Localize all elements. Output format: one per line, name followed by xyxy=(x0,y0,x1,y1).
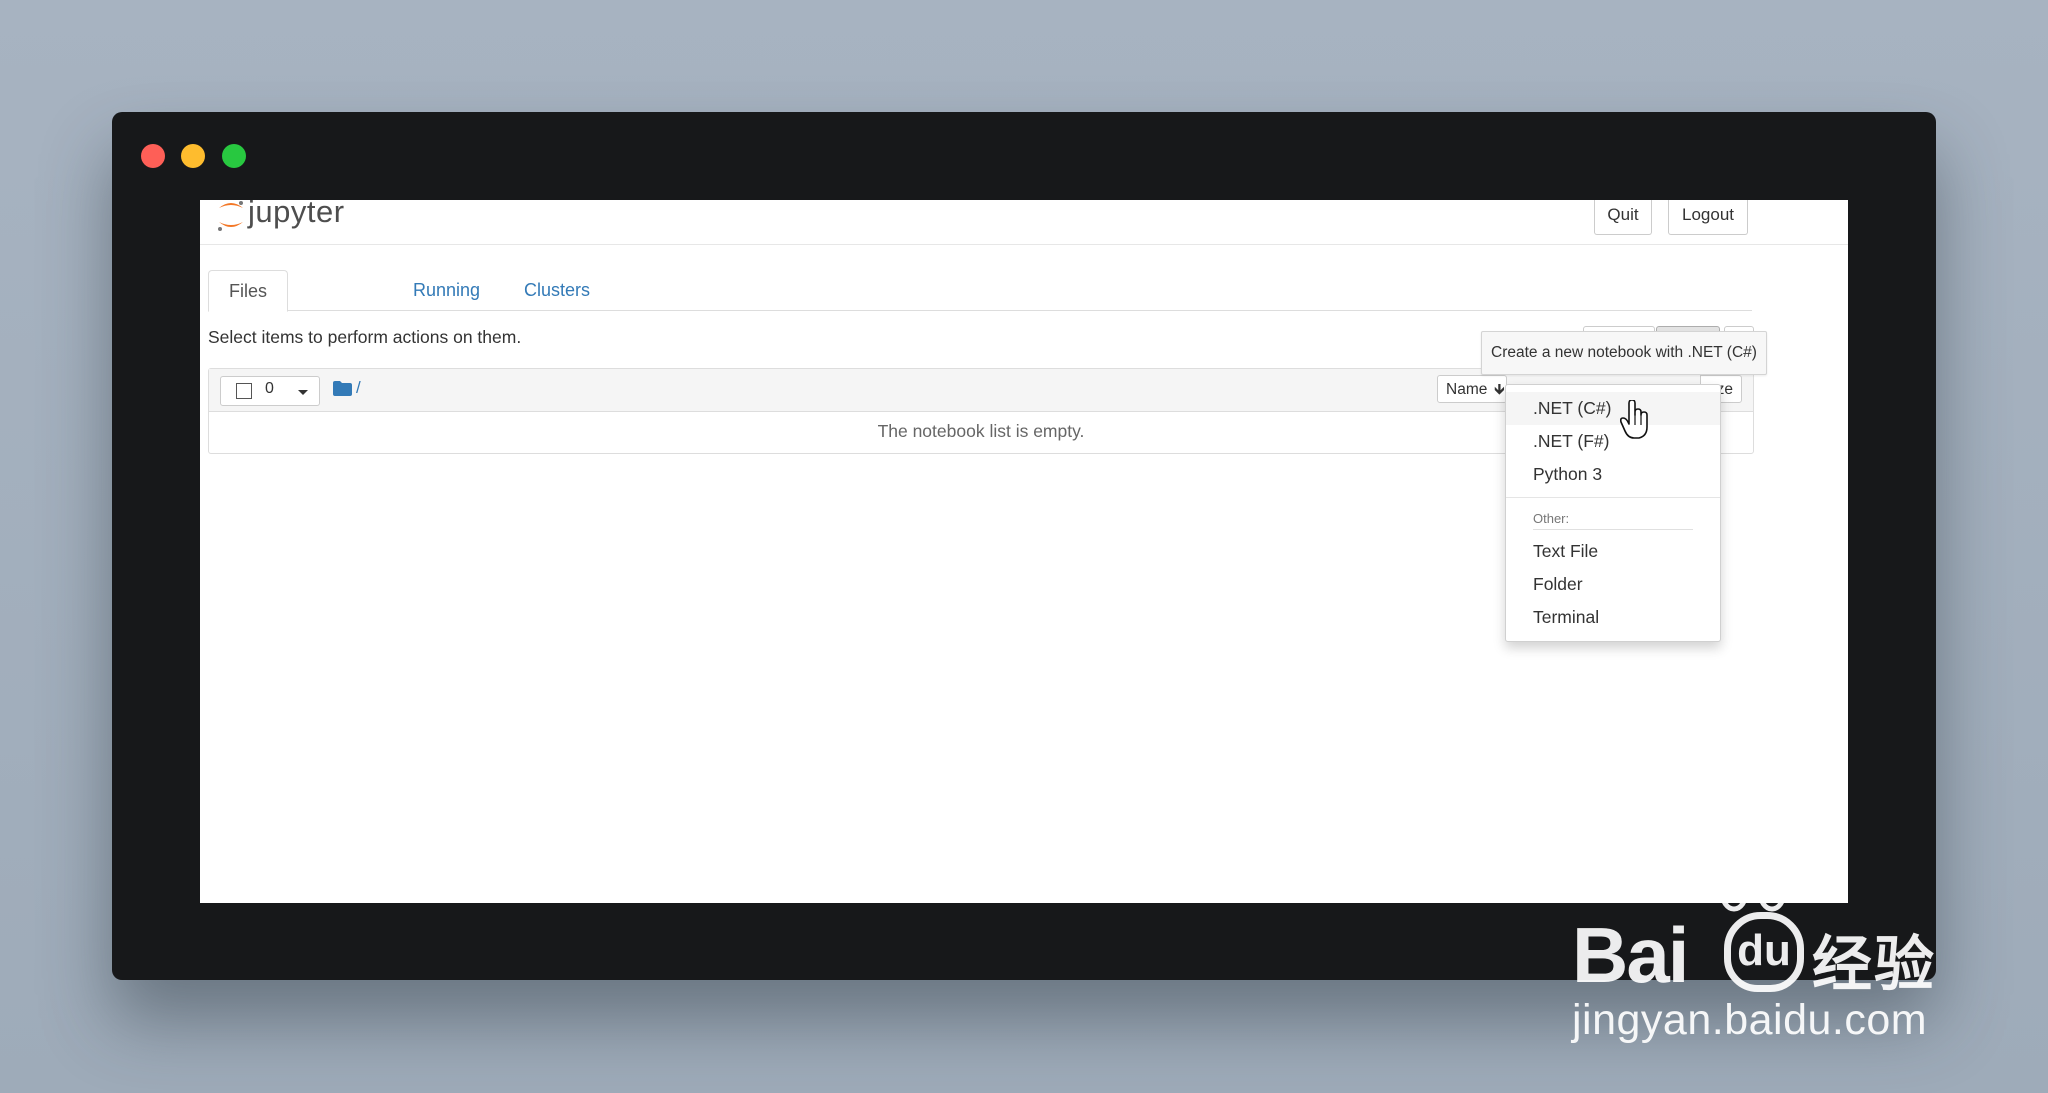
new-notebook-tooltip: Create a new notebook with .NET (C#) xyxy=(1481,331,1767,375)
caret-down-icon xyxy=(298,390,308,395)
watermark-du: du xyxy=(1724,912,1804,992)
app-window: jupyter Quit Logout Files Running Cluste… xyxy=(112,112,1936,980)
jupyter-logo-icon[interactable] xyxy=(215,200,247,232)
menu-other-divider xyxy=(1533,529,1693,530)
close-window-button[interactable] xyxy=(141,144,165,168)
minimize-window-button[interactable] xyxy=(181,144,205,168)
sort-by-name-button[interactable]: Name 🡻 xyxy=(1437,375,1507,403)
tab-files[interactable]: Files xyxy=(208,270,289,312)
quit-button[interactable]: Quit xyxy=(1594,200,1652,235)
watermark-bai: Bai xyxy=(1572,911,1689,999)
selection-dropdown-button[interactable] xyxy=(287,376,320,406)
menu-item-terminal[interactable]: Terminal xyxy=(1506,601,1720,634)
maximize-window-button[interactable] xyxy=(222,144,246,168)
arrow-down-icon: 🡻 xyxy=(1494,381,1505,398)
tabs-divider xyxy=(208,310,1752,311)
selected-count: 0 xyxy=(265,380,274,397)
sort-name-label: Name xyxy=(1446,381,1488,398)
new-dropdown-menu: .NET (C#) .NET (F#) Python 3 Other: Text… xyxy=(1505,384,1721,642)
watermark-url: jingyan.baidu.com xyxy=(1572,996,1928,1044)
folder-icon[interactable] xyxy=(333,381,352,396)
baidu-paw-icon xyxy=(1719,872,1787,912)
selection-instruction: Select items to perform actions on them. xyxy=(208,327,522,347)
menu-item-text-file[interactable]: Text File xyxy=(1506,535,1720,568)
watermark-jingyan: 经验 xyxy=(1812,930,1936,1000)
menu-item-folder[interactable]: Folder xyxy=(1506,568,1720,601)
tab-running[interactable]: Running xyxy=(393,270,500,310)
logout-button[interactable]: Logout xyxy=(1668,200,1748,235)
menu-divider xyxy=(1506,497,1720,498)
select-all-group[interactable]: 0 xyxy=(220,376,289,406)
menu-item-dotnet-csharp[interactable]: .NET (C#) xyxy=(1506,392,1720,425)
browser-viewport: jupyter Quit Logout Files Running Cluste… xyxy=(200,200,1848,903)
tab-clusters[interactable]: Clusters xyxy=(504,270,610,310)
menu-other-header: Other: xyxy=(1533,511,1570,526)
select-all-checkbox[interactable] xyxy=(236,383,252,399)
jupyter-brand-text[interactable]: jupyter xyxy=(248,200,345,230)
menu-item-dotnet-fsharp[interactable]: .NET (F#) xyxy=(1506,425,1720,458)
menu-item-python3[interactable]: Python 3 xyxy=(1506,458,1720,491)
hand-pointer-icon xyxy=(1620,400,1648,439)
breadcrumb-root[interactable]: / xyxy=(356,378,361,398)
